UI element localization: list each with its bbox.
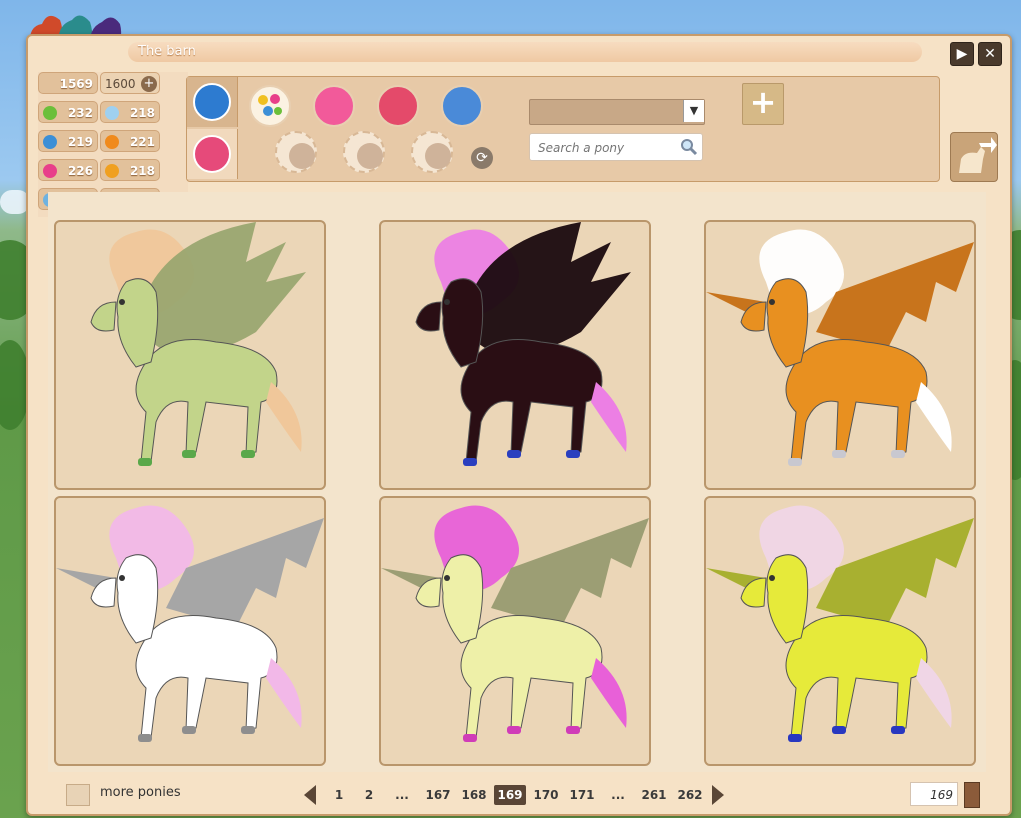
pony-export-button[interactable] <box>950 132 998 182</box>
pony-card[interactable] <box>379 496 651 766</box>
pony-image <box>56 505 324 742</box>
energy-stat: 1569 <box>38 72 98 94</box>
page-number-input[interactable] <box>911 783 955 807</box>
heart-icon <box>43 164 57 178</box>
page-link[interactable]: 167 <box>422 785 454 805</box>
close-button[interactable]: ✕ <box>978 42 1002 66</box>
pony-card[interactable] <box>54 220 326 490</box>
next-page-arrow[interactable] <box>712 785 724 805</box>
pony-card[interactable] <box>54 496 326 766</box>
paw-orange-icon <box>105 164 119 178</box>
gender-filter-icon[interactable] <box>313 85 355 127</box>
page-link[interactable]: 2 <box>356 785 382 805</box>
page-link[interactable]: 168 <box>458 785 490 805</box>
pony-card[interactable] <box>704 220 976 490</box>
prev-page-arrow[interactable] <box>304 785 316 805</box>
page-link[interactable]: 170 <box>530 785 562 805</box>
paw-blue-icon <box>43 135 57 149</box>
add-button[interactable]: + <box>742 83 784 125</box>
sort-select[interactable]: ▼ <box>529 99 705 125</box>
stat-value: 219 <box>67 135 93 149</box>
energy-max-stat: 1600 + <box>100 72 160 94</box>
pony-grid <box>48 192 986 772</box>
page-ellipsis: ... <box>611 788 625 802</box>
barn-window: The barn ▶ ✕ 1569 1600 + 232 218 219 221 226… <box>26 34 1012 816</box>
pony-card[interactable] <box>704 496 976 766</box>
unicorn-filter-icon[interactable] <box>275 131 317 173</box>
energy-value: 1569 <box>59 77 93 91</box>
page-link[interactable]: 1 <box>326 785 352 805</box>
love-filter-icon[interactable] <box>377 85 419 127</box>
stat-value: 226 <box>67 164 93 178</box>
refresh-icon[interactable]: ⟳ <box>471 147 493 169</box>
drop-icon <box>357 143 383 169</box>
stat-value: 218 <box>129 164 155 178</box>
more-ponies-checkbox[interactable] <box>66 784 90 806</box>
tab-folder[interactable] <box>187 77 238 127</box>
page-link[interactable]: 171 <box>566 785 598 805</box>
page-link[interactable]: 261 <box>638 785 670 805</box>
filter-toolbar: ⟳ ▼ + <box>186 76 940 182</box>
stat-heart: 226 <box>38 159 98 181</box>
add-energy-icon[interactable]: + <box>141 76 157 92</box>
pony-card[interactable] <box>379 220 651 490</box>
stat-value: 232 <box>67 106 93 120</box>
star-icon <box>193 135 231 173</box>
breed-filter-icon[interactable] <box>441 85 483 127</box>
stat-value: 221 <box>129 135 155 149</box>
page-number-field[interactable] <box>910 782 958 807</box>
energy-max-value: 1600 <box>105 77 136 91</box>
eye-filter-icon[interactable] <box>411 131 453 173</box>
page-ellipsis: ... <box>395 788 409 802</box>
stat-apple: 232 <box>38 101 98 123</box>
window-title: The barn <box>128 42 922 62</box>
tab-favorites[interactable] <box>187 129 238 179</box>
pony-image <box>90 222 306 466</box>
search-icon[interactable] <box>680 138 698 156</box>
color-filter-icon[interactable] <box>249 85 291 127</box>
cloud-icon <box>105 106 119 120</box>
pony-image <box>706 505 974 742</box>
stat-value: 218 <box>129 106 155 120</box>
go-page-button[interactable] <box>964 782 980 808</box>
drop-icon <box>289 143 315 169</box>
pony-image <box>706 229 974 466</box>
stat-paw-orange: 218 <box>100 159 160 181</box>
pony-arrow-icon <box>959 137 997 173</box>
search-input[interactable] <box>530 134 680 162</box>
stat-flame: 221 <box>100 130 160 152</box>
stat-cloud: 218 <box>100 101 160 123</box>
stat-paw-blue: 219 <box>38 130 98 152</box>
pony-image <box>415 222 631 466</box>
folder-star-icon <box>193 83 231 121</box>
more-ponies-label: more ponies <box>100 785 181 800</box>
flame-icon <box>105 135 119 149</box>
page-link[interactable]: 262 <box>674 785 706 805</box>
trophy-filter-icon[interactable] <box>343 131 385 173</box>
chevron-down-icon[interactable]: ▼ <box>683 100 704 122</box>
drop-icon <box>425 143 451 169</box>
apple-icon <box>43 106 57 120</box>
page-link[interactable]: 169 <box>494 785 526 805</box>
dock-button[interactable]: ▶ <box>950 42 974 66</box>
pony-image <box>381 505 649 742</box>
search-field[interactable] <box>529 133 703 162</box>
pagination-bar: more ponies 1 2... 167 168 169 170 171... 261 26… <box>28 776 1010 812</box>
